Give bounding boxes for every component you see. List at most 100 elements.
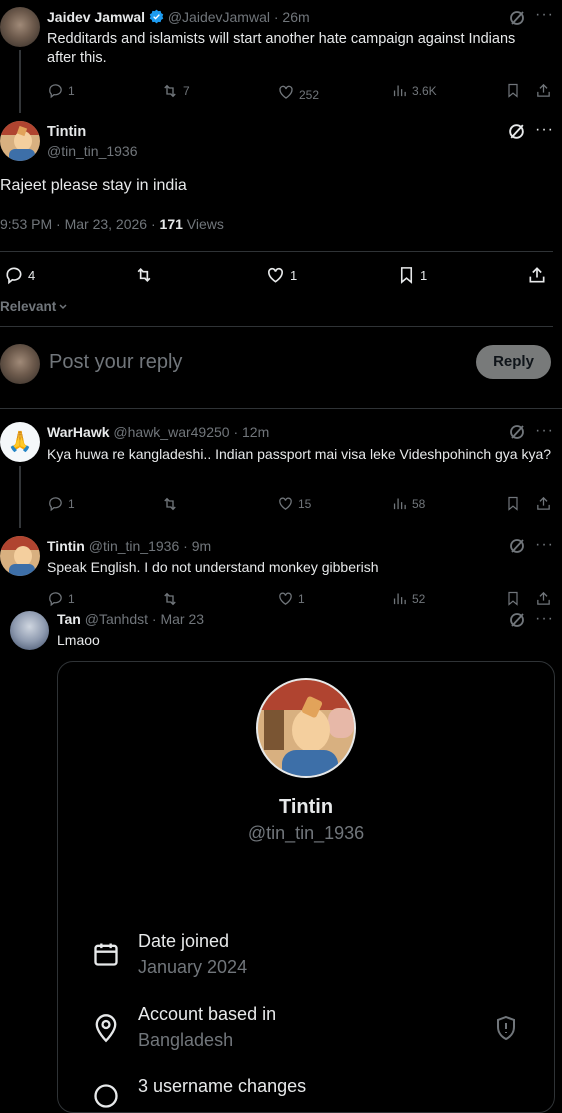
author-name[interactable]: Tintin <box>47 538 85 554</box>
reply-submit-button[interactable]: Reply <box>476 345 551 379</box>
grok-icon[interactable] <box>508 423 526 446</box>
author-name[interactable]: Tintin <box>47 124 86 140</box>
avatar[interactable] <box>0 344 40 384</box>
reply-icon <box>49 84 62 99</box>
bookmark-count: 1 <box>420 267 428 283</box>
username-changes: 3 username changes <box>138 1076 307 1096</box>
reply-button[interactable]: 1 <box>47 82 75 99</box>
tweet-text: Lmaoo <box>57 632 100 648</box>
share-button[interactable] <box>527 265 547 285</box>
avatar[interactable] <box>0 121 40 161</box>
divider <box>0 408 562 409</box>
share-button[interactable] <box>535 590 552 607</box>
timestamp[interactable]: · 9m <box>183 538 211 554</box>
repost-icon <box>137 267 151 283</box>
grok-icon[interactable] <box>507 122 526 146</box>
profile-name: Tintin <box>278 796 334 818</box>
author-handle[interactable]: @tin_tin_1936 <box>47 143 138 159</box>
share-icon <box>537 83 550 97</box>
like-count: 15 <box>298 496 312 511</box>
bookmark-button[interactable]: 1 <box>397 265 427 285</box>
reply-count: 1 <box>68 83 75 98</box>
like-count: 1 <box>290 267 298 283</box>
views-icon <box>393 498 406 510</box>
avatar[interactable] <box>10 611 49 650</box>
views-label: Views <box>182 216 224 232</box>
date-joined-value: January 2024 <box>138 957 248 977</box>
sort-label: Relevant <box>0 299 57 314</box>
profile-handle: @tin_tin_1936 <box>247 823 365 843</box>
author-name[interactable]: WarHawk <box>47 424 110 440</box>
avatar[interactable] <box>0 536 40 576</box>
bookmark-button[interactable] <box>505 82 521 99</box>
reply-count: 1 <box>68 591 75 606</box>
reply-icon <box>49 592 62 607</box>
like-button[interactable]: 252 <box>277 82 319 102</box>
more-options-icon[interactable]: ··· <box>535 611 554 627</box>
account-based-label: Account based in <box>138 1004 277 1024</box>
reply-icon <box>6 267 22 285</box>
thread-line <box>19 50 21 113</box>
more-options-icon[interactable]: ··· <box>535 122 554 138</box>
repost-count: 7 <box>183 84 190 98</box>
account-info-card: Tintin @tin_tin_1936 Date joined January… <box>57 661 555 1113</box>
reply-button[interactable]: 4 <box>4 265 35 285</box>
more-options-icon[interactable]: ··· <box>535 7 554 23</box>
like-button[interactable]: 15 <box>277 495 311 512</box>
views-button[interactable]: 3.6K <box>391 82 437 99</box>
heart-icon <box>279 497 292 510</box>
like-button[interactable]: 1 <box>265 265 297 285</box>
share-button[interactable] <box>535 82 552 99</box>
views-icon <box>393 593 406 605</box>
chevron-down-icon <box>59 303 67 309</box>
grok-icon[interactable] <box>508 611 526 634</box>
share-button[interactable] <box>535 495 552 512</box>
bookmark-icon <box>508 496 518 511</box>
author-handle[interactable]: @Tanhdst <box>85 611 148 627</box>
repost-button[interactable] <box>161 495 179 513</box>
author-name[interactable]: Jaidev Jamwal <box>47 9 145 25</box>
view-count: 3.6K <box>412 83 437 98</box>
author-handle[interactable]: @tin_tin_1936 <box>89 538 180 554</box>
divider <box>0 251 553 252</box>
avatar[interactable] <box>0 7 40 47</box>
repost-button[interactable]: 7 <box>161 82 190 100</box>
repost-icon <box>164 497 176 511</box>
grok-icon[interactable] <box>508 9 526 32</box>
timestamp[interactable]: · 26m <box>274 9 310 25</box>
views-button[interactable]: 52 <box>391 590 425 607</box>
views-button[interactable]: 58 <box>391 495 425 512</box>
sort-dropdown[interactable]: Relevant <box>0 299 68 314</box>
more-options-icon[interactable]: ··· <box>535 537 554 553</box>
timestamp[interactable]: · Mar 23 <box>152 611 204 627</box>
avatar[interactable]: 🙏 <box>0 422 40 462</box>
reply-input[interactable]: Post your reply <box>49 351 449 374</box>
timestamp[interactable]: · 12m <box>233 424 269 440</box>
share-icon <box>537 496 550 510</box>
more-options-icon[interactable]: ··· <box>535 423 554 439</box>
calendar-icon <box>94 943 118 966</box>
username-change-icon <box>94 1084 118 1108</box>
bookmark-button[interactable] <box>505 590 521 607</box>
shield-icon[interactable] <box>494 1015 518 1041</box>
author-handle[interactable]: @JaidevJamwal <box>168 9 270 25</box>
reply-count: 1 <box>68 496 75 511</box>
like-count: 252 <box>299 88 320 102</box>
view-count: 52 <box>412 591 426 606</box>
heart-icon <box>279 592 292 605</box>
grok-icon[interactable] <box>508 537 526 560</box>
bookmark-button[interactable] <box>505 495 521 512</box>
date-joined-label: Date joined <box>138 931 230 951</box>
tweet-text: Rajeet please stay in india <box>0 177 187 194</box>
bookmark-icon <box>400 267 413 284</box>
repost-button[interactable] <box>161 590 179 608</box>
author-handle[interactable]: @hawk_war49250 <box>113 424 229 440</box>
reply-button[interactable]: 1 <box>47 590 75 607</box>
reply-button[interactable]: 1 <box>47 495 75 512</box>
repost-button[interactable] <box>133 265 155 285</box>
timestamp[interactable]: 9:53 PM · Mar 23, 2026 · <box>0 216 160 232</box>
thread-line <box>19 466 21 528</box>
tweet-header: Jaidev Jamwal @JaidevJamwal · 26m <box>47 9 310 25</box>
author-name[interactable]: Tan <box>57 611 81 627</box>
like-button[interactable]: 1 <box>277 590 305 607</box>
